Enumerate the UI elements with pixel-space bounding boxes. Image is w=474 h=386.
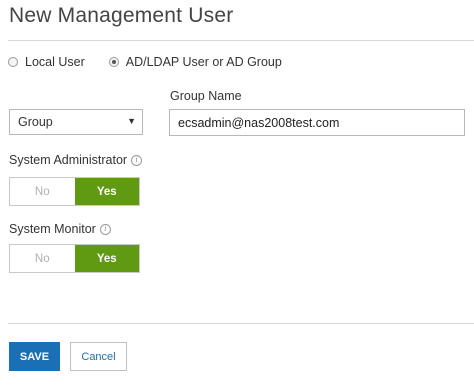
- cancel-button[interactable]: Cancel: [70, 342, 127, 371]
- radio-ad-ldap-user[interactable]: AD/LDAP User or AD Group: [108, 55, 282, 69]
- page-title: New Management User: [9, 4, 234, 27]
- system-monitor-label-text: System Monitor: [9, 222, 96, 236]
- radio-ad-ldap-user-circle[interactable]: [108, 57, 119, 67]
- user-type-radio-group: Local User AD/LDAP User or AD Group: [8, 55, 306, 69]
- system-administrator-no-option[interactable]: No: [10, 178, 75, 205]
- radio-local-user-circle[interactable]: [8, 57, 18, 67]
- system-monitor-toggle: No Yes: [9, 244, 140, 273]
- radio-local-user[interactable]: Local User: [8, 55, 85, 69]
- footer-divider: [8, 323, 474, 324]
- radio-local-user-label: Local User: [25, 55, 85, 69]
- header-divider: [8, 40, 474, 41]
- group-name-input-value: ecsadmin@nas2008test.com: [178, 115, 340, 130]
- system-administrator-yes-option[interactable]: Yes: [74, 178, 139, 205]
- group-name-label: Group Name: [170, 89, 242, 103]
- group-name-input[interactable]: ecsadmin@nas2008test.com: [169, 109, 465, 136]
- info-icon[interactable]: i: [99, 223, 111, 235]
- chevron-down-icon: ▼: [127, 116, 136, 126]
- save-button[interactable]: SAVE: [9, 342, 60, 371]
- info-icon[interactable]: i: [131, 154, 143, 166]
- system-administrator-toggle: No Yes: [9, 177, 140, 206]
- system-administrator-label-text: System Administrator: [9, 153, 128, 167]
- group-type-select[interactable]: Group ▼: [9, 109, 143, 135]
- radio-ad-ldap-user-label: AD/LDAP User or AD Group: [125, 55, 282, 69]
- group-type-select-value: Group: [18, 115, 53, 129]
- system-monitor-yes-option[interactable]: Yes: [74, 245, 139, 272]
- system-monitor-label: System Monitor i: [9, 222, 111, 236]
- system-monitor-no-option[interactable]: No: [10, 245, 75, 272]
- system-administrator-label: System Administrator i: [9, 153, 143, 167]
